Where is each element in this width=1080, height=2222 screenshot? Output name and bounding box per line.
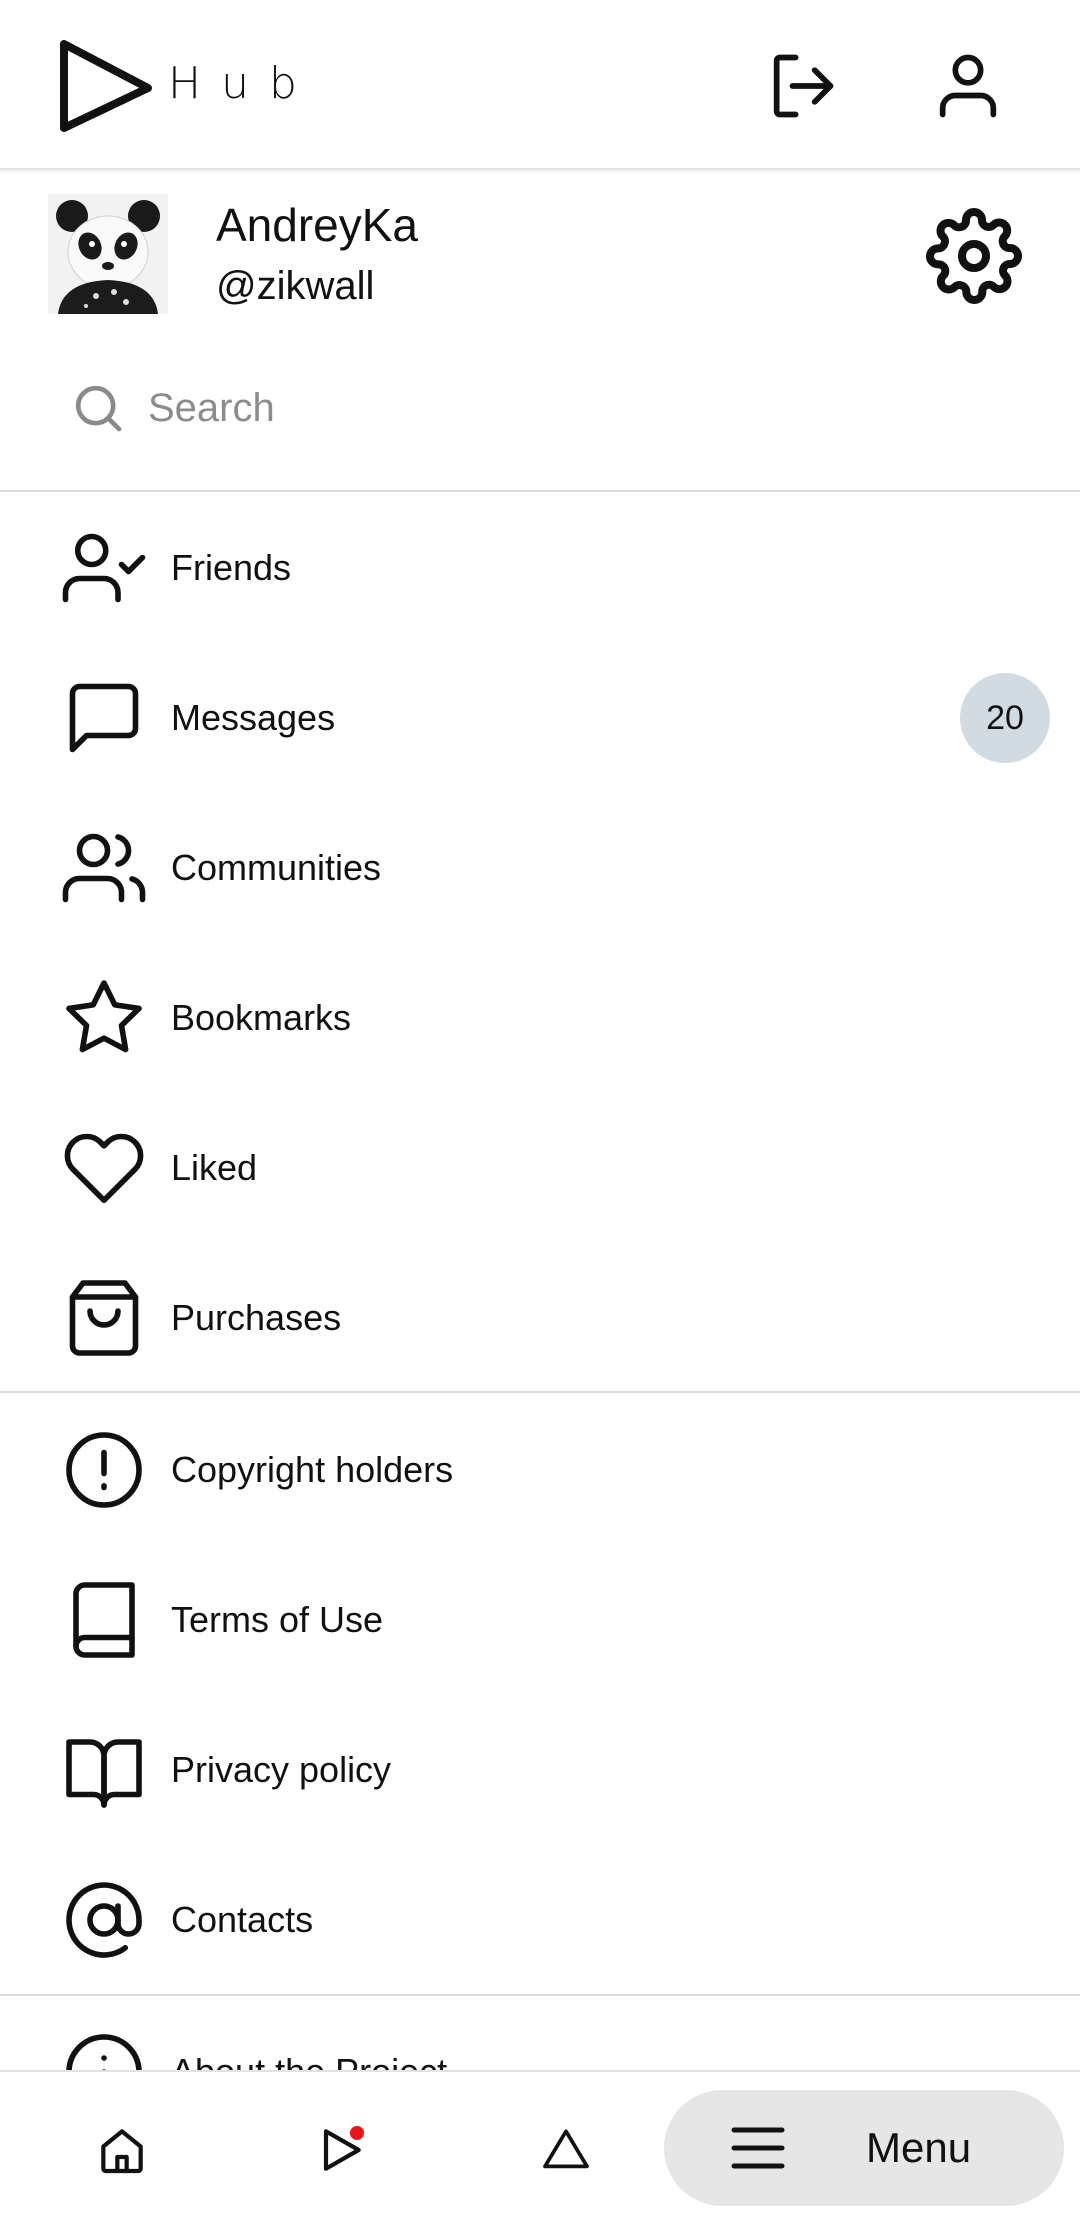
home-icon[interactable] bbox=[94, 2122, 150, 2178]
menu-item-label: Friends bbox=[171, 547, 292, 588]
menu-item-label: Contacts bbox=[171, 1899, 314, 1940]
message-square-icon bbox=[69, 683, 139, 753]
panda-avatar-image bbox=[48, 194, 168, 314]
menu-item-label: Copyright holders bbox=[171, 1449, 454, 1490]
menu-button-label: Menu bbox=[866, 2124, 972, 2171]
menu-item-label: Messages bbox=[171, 697, 336, 738]
divider bbox=[0, 1391, 1080, 1393]
info-menu: Copyright holders Terms of Use Privacy p… bbox=[0, 1395, 1080, 1995]
heart-icon bbox=[64, 1133, 144, 1204]
main-menu: Friends Messages 20 Communities Bookmark… bbox=[0, 493, 1080, 1393]
user-profile-icon[interactable] bbox=[930, 48, 1006, 124]
search-bar bbox=[40, 360, 1040, 456]
avatar[interactable] bbox=[48, 194, 168, 314]
top-bar: Hub bbox=[0, 0, 1080, 170]
menu-item-contacts[interactable]: Contacts bbox=[0, 1845, 1080, 1995]
menu-item-liked[interactable]: Liked bbox=[0, 1093, 1080, 1243]
hamburger-menu-icon bbox=[731, 2127, 785, 2169]
menu-item-privacy-policy[interactable]: Privacy policy bbox=[0, 1695, 1080, 1845]
messages-count-badge: 20 bbox=[960, 673, 1050, 763]
logout-icon[interactable] bbox=[764, 48, 840, 124]
menu-item-label: Communities bbox=[171, 847, 382, 888]
profile-handle: @zikwall bbox=[216, 264, 375, 308]
shopping-bag-icon bbox=[69, 1280, 139, 1356]
at-sign-icon bbox=[66, 1882, 142, 1958]
users-icon bbox=[62, 833, 146, 903]
menu-button[interactable]: Menu bbox=[664, 2090, 1064, 2206]
menu-item-label: Terms of Use bbox=[171, 1599, 384, 1640]
triangle-icon[interactable] bbox=[538, 2122, 594, 2178]
divider bbox=[0, 490, 1080, 492]
play-logo-icon[interactable] bbox=[56, 38, 156, 134]
menu-item-messages[interactable]: Messages 20 bbox=[0, 643, 1080, 793]
user-check-icon bbox=[62, 533, 146, 603]
logo-text: Hub bbox=[168, 58, 317, 109]
notification-dot bbox=[350, 2126, 364, 2140]
profile-section: AndreyKa @zikwall bbox=[0, 170, 1080, 490]
menu-item-label: Liked bbox=[171, 1147, 258, 1188]
search-icon bbox=[75, 385, 122, 432]
search-input[interactable] bbox=[146, 384, 950, 432]
book-open-icon bbox=[66, 1739, 142, 1808]
menu-item-label: Purchases bbox=[171, 1297, 342, 1338]
menu-item-friends[interactable]: Friends bbox=[0, 493, 1080, 643]
menu-item-copyright-holders[interactable]: Copyright holders bbox=[0, 1395, 1080, 1545]
menu-item-purchases[interactable]: Purchases bbox=[0, 1243, 1080, 1393]
bottom-nav: Menu bbox=[0, 2070, 1080, 2222]
menu-item-communities[interactable]: Communities bbox=[0, 793, 1080, 943]
profile-name: AndreyKa bbox=[216, 199, 419, 251]
book-icon bbox=[73, 1582, 135, 1658]
divider bbox=[0, 1994, 1080, 1996]
gear-icon[interactable] bbox=[926, 208, 1022, 304]
menu-item-label: Bookmarks bbox=[171, 997, 352, 1038]
alert-circle-icon bbox=[66, 1432, 142, 1508]
menu-item-terms-of-use[interactable]: Terms of Use bbox=[0, 1545, 1080, 1695]
menu-item-label: Privacy policy bbox=[171, 1749, 392, 1790]
star-icon bbox=[66, 980, 142, 1053]
menu-item-bookmarks[interactable]: Bookmarks bbox=[0, 943, 1080, 1093]
